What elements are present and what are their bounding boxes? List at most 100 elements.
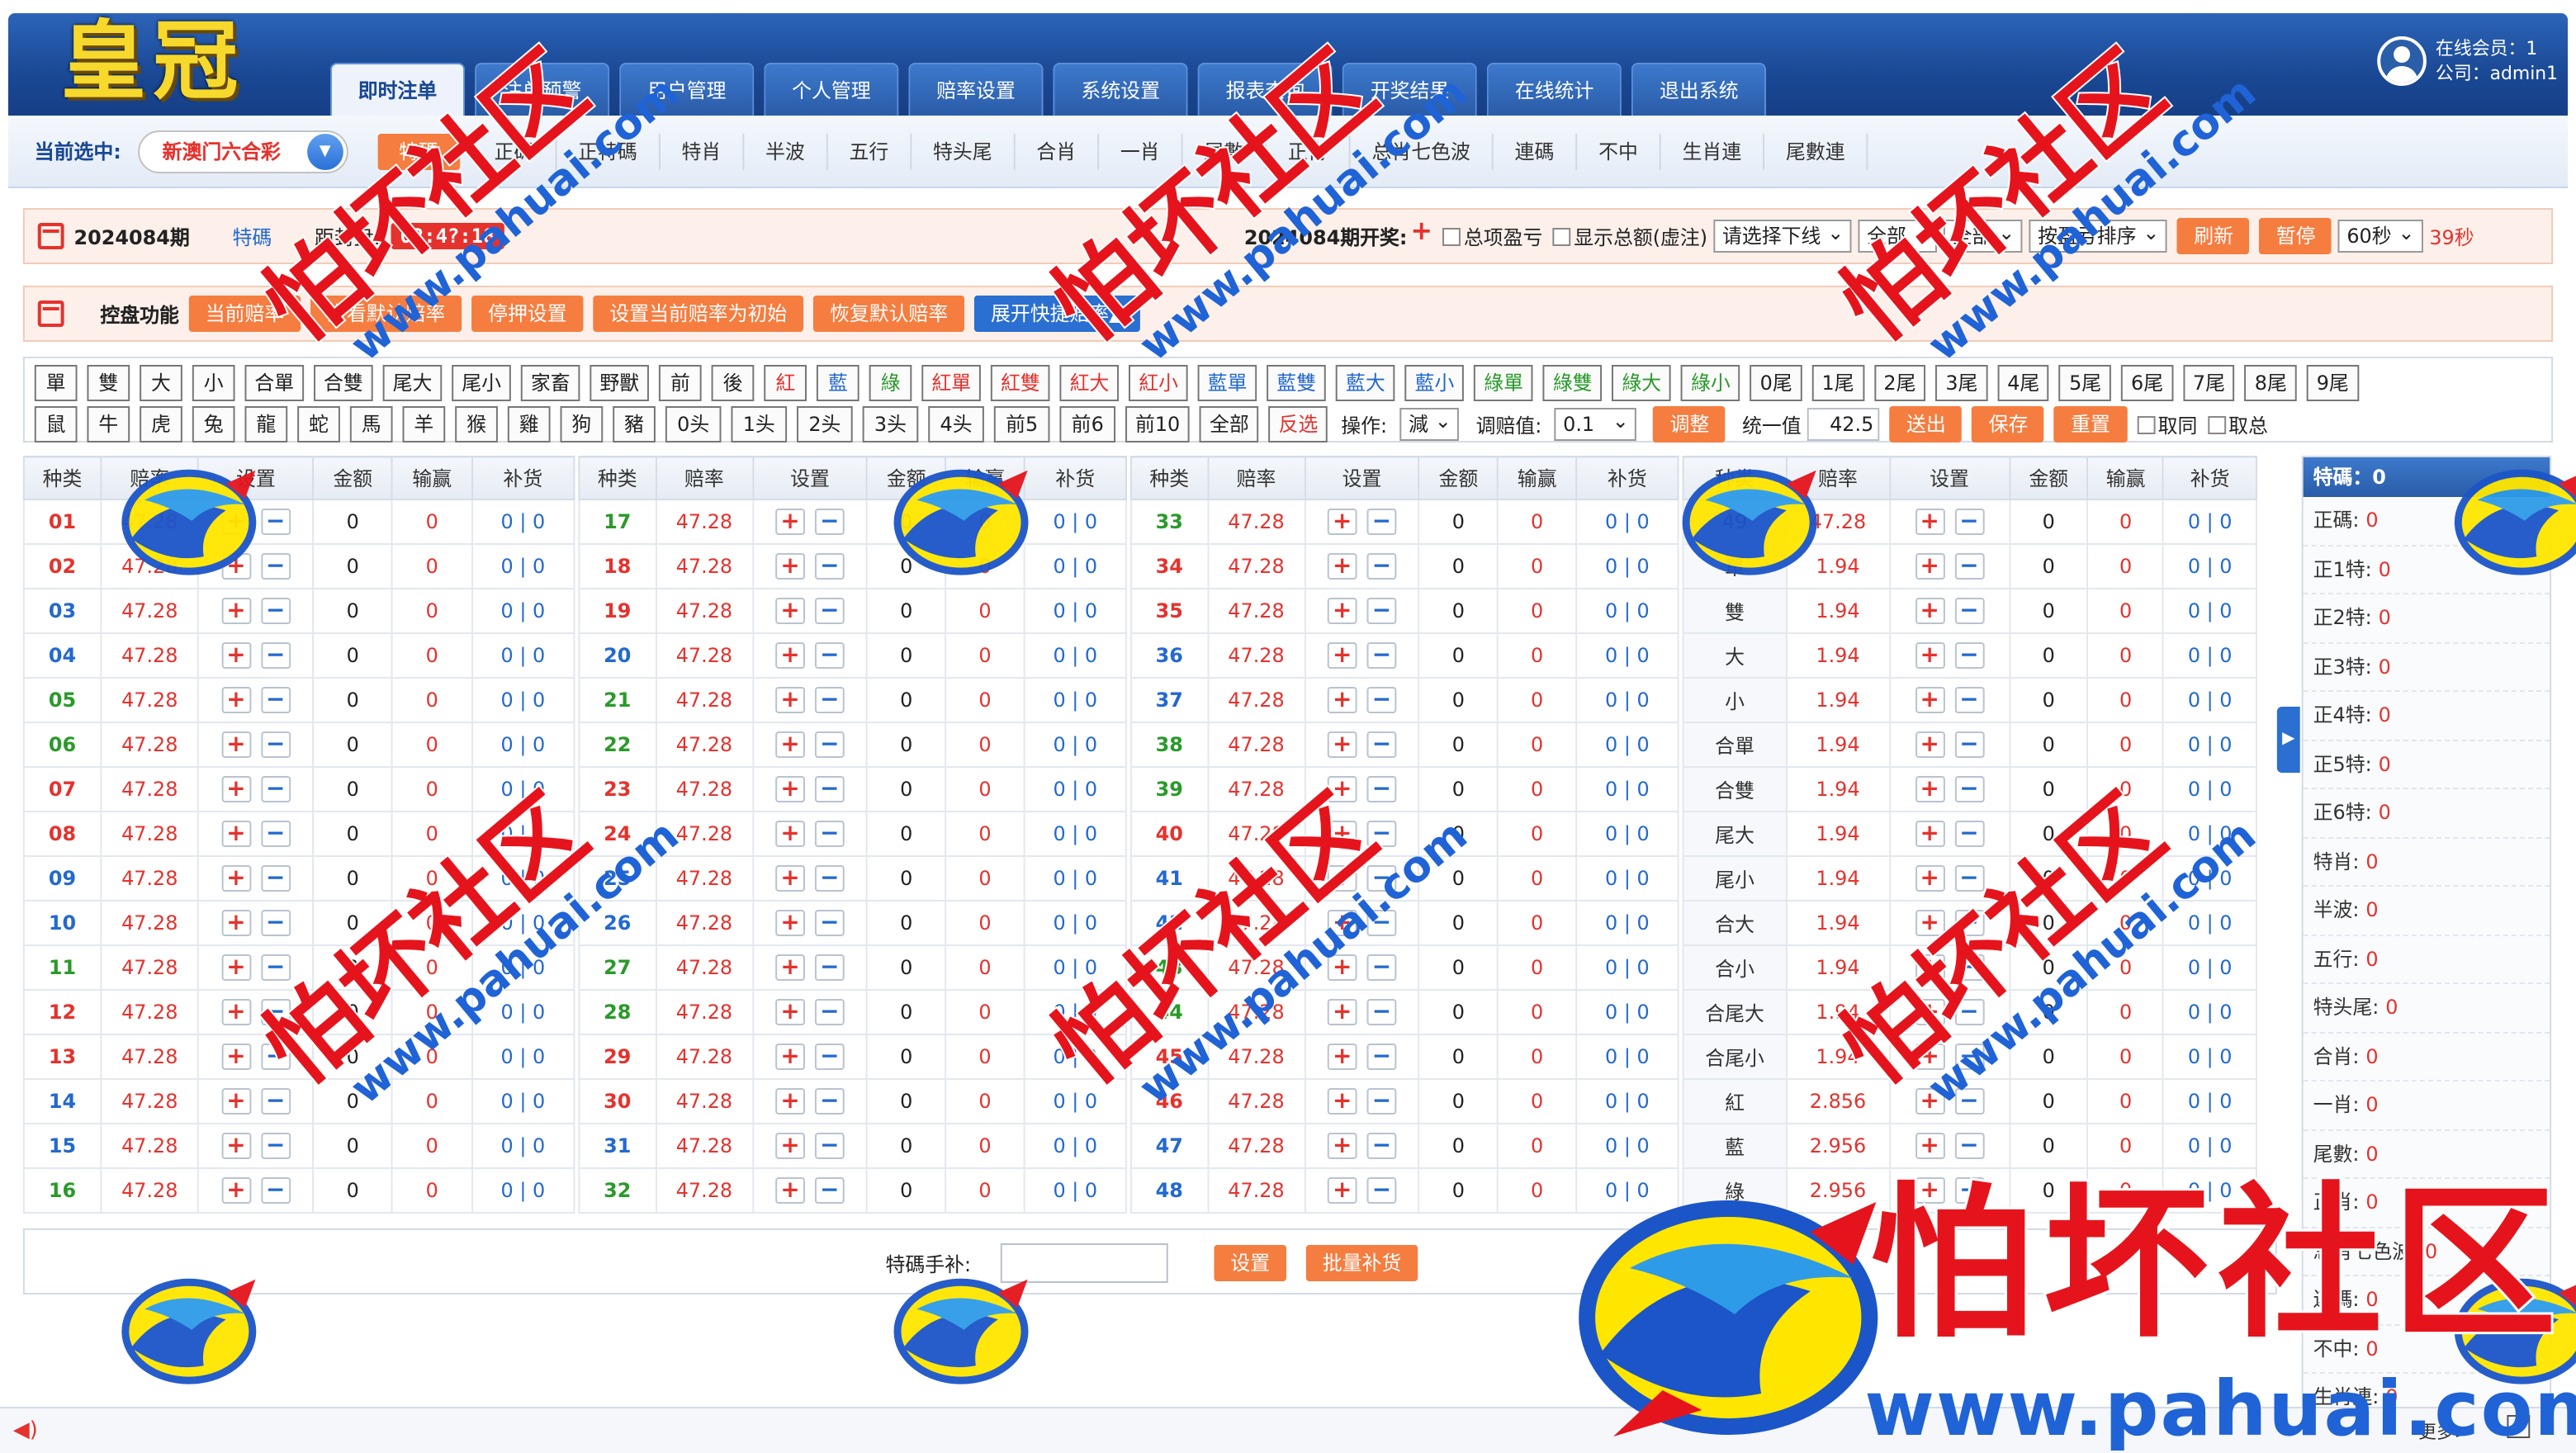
quick-button[interactable]: 綠雙	[1542, 365, 1603, 401]
odds-value[interactable]: 47.28	[1206, 900, 1306, 946]
plus-icon[interactable]: +	[1915, 553, 1945, 580]
lottery-type-tab-12[interactable]: 連碼	[1494, 133, 1578, 169]
quick-button[interactable]: 前5	[993, 406, 1050, 443]
quick-button[interactable]: 合單	[244, 365, 305, 401]
buy-value[interactable]: 0 | 0	[2162, 855, 2257, 902]
quick-button[interactable]: 5尾	[2059, 365, 2112, 401]
interval-select[interactable]: 60秒	[2338, 218, 2423, 253]
quick-button[interactable]: 前	[659, 365, 702, 401]
plus-icon[interactable]: +	[775, 910, 805, 936]
minus-icon[interactable]: −	[814, 1177, 845, 1204]
buy-value[interactable]: 0 | 0	[1575, 588, 1679, 634]
minus-icon[interactable]: −	[814, 598, 845, 624]
plus-icon[interactable]: +	[775, 954, 805, 981]
odds-value[interactable]: 1.94	[1785, 1034, 1891, 1080]
unify-input[interactable]: 42.5	[1807, 408, 1881, 441]
odds-value[interactable]: 1.94	[1785, 677, 1891, 723]
odds-value[interactable]: 47.28	[1206, 944, 1306, 991]
minus-icon[interactable]: −	[1366, 598, 1397, 624]
quick-button[interactable]: 4头	[928, 406, 984, 443]
buy-value[interactable]: 0 | 0	[1575, 900, 1679, 946]
minus-icon[interactable]: −	[814, 954, 845, 981]
nav-tab-1[interactable]: 注单预警	[475, 63, 610, 116]
filter-select-1[interactable]: 全部	[1859, 218, 1938, 253]
quick-button[interactable]: 野獸	[590, 365, 650, 401]
odds-value[interactable]: 47.28	[100, 722, 200, 768]
buy-value[interactable]: 0 | 0	[1023, 499, 1127, 545]
quick-button[interactable]: 3头	[862, 406, 919, 443]
quick-button[interactable]: 合雙	[314, 365, 373, 401]
plus-icon[interactable]: +	[1915, 509, 1945, 535]
odds-value[interactable]: 47.28	[100, 944, 200, 991]
odds-value[interactable]: 47.28	[100, 1034, 200, 1080]
odds-value[interactable]: 47.28	[100, 766, 200, 812]
buy-value[interactable]: 0 | 0	[471, 1123, 575, 1169]
odds-value[interactable]: 2.956	[1785, 1167, 1891, 1214]
odds-value[interactable]: 1.94	[1785, 543, 1891, 589]
minus-icon[interactable]: −	[814, 731, 845, 758]
adjust-button[interactable]: 调整	[1653, 406, 1726, 443]
buy-value[interactable]: 0 | 0	[1575, 1034, 1679, 1080]
odds-value[interactable]: 47.28	[100, 632, 200, 679]
total-profit-checkbox[interactable]: 总项盈亏	[1442, 222, 1542, 250]
buy-value[interactable]: 0 | 0	[1575, 989, 1679, 1035]
lottery-type-tab-15[interactable]: 尾數連	[1764, 133, 1868, 169]
minus-icon[interactable]: −	[260, 598, 291, 624]
buy-value[interactable]: 0 | 0	[2162, 1078, 2257, 1124]
plus-icon[interactable]: +	[775, 1177, 805, 1204]
minus-icon[interactable]: −	[1366, 865, 1397, 892]
view-default-odds-button[interactable]: 查看默认赔率	[310, 296, 462, 332]
odds-value[interactable]: 1.94	[1785, 811, 1891, 857]
odds-value[interactable]: 47.28	[1206, 855, 1306, 902]
odds-value[interactable]: 1.94	[1785, 588, 1891, 634]
buy-value[interactable]: 0 | 0	[471, 1078, 575, 1124]
buy-value[interactable]: 0 | 0	[2162, 1167, 2257, 1214]
odds-value[interactable]: 47.28	[100, 1123, 200, 1169]
minus-icon[interactable]: −	[814, 1133, 845, 1159]
odds-value[interactable]: 47.28	[655, 722, 754, 768]
odds-value[interactable]: 47.28	[655, 1078, 754, 1124]
plus-icon[interactable]: +	[1327, 999, 1357, 1025]
odds-value[interactable]: 47.28	[1785, 499, 1891, 545]
buy-value[interactable]: 0 | 0	[1575, 1167, 1679, 1214]
buy-value[interactable]: 0 | 0	[1575, 944, 1679, 991]
odds-value[interactable]: 47.28	[100, 855, 200, 902]
minus-icon[interactable]: −	[1954, 1133, 1984, 1159]
minus-icon[interactable]: −	[1366, 642, 1397, 669]
plus-icon[interactable]: +	[221, 1044, 251, 1070]
buy-value[interactable]: 0 | 0	[1575, 1078, 1679, 1124]
plus-icon[interactable]: +	[1327, 1088, 1357, 1115]
odds-value[interactable]: 47.28	[655, 588, 754, 634]
plus-icon[interactable]: +	[775, 731, 805, 758]
plus-icon[interactable]: +	[1915, 598, 1945, 624]
buy-value[interactable]: 0 | 0	[2162, 677, 2257, 723]
buy-value[interactable]: 0 | 0	[2162, 989, 2257, 1035]
odds-value[interactable]: 47.28	[1206, 677, 1306, 723]
minus-icon[interactable]: −	[1366, 821, 1397, 847]
minus-icon[interactable]: −	[814, 865, 845, 892]
quick-button[interactable]: 尾大	[382, 365, 443, 401]
quick-button[interactable]: 牛	[87, 406, 130, 443]
quick-button[interactable]: 虎	[140, 406, 182, 443]
quick-button[interactable]: 龍	[244, 406, 288, 443]
minus-icon[interactable]: −	[1366, 1177, 1397, 1204]
manual-supplement-input[interactable]	[1000, 1243, 1168, 1283]
odds-value[interactable]: 1.94	[1785, 632, 1891, 679]
buy-value[interactable]: 0 | 0	[1023, 1123, 1127, 1169]
filter-select-2[interactable]: 全部	[1944, 218, 2024, 253]
plus-icon[interactable]: +	[1327, 1044, 1357, 1070]
plus-icon[interactable]: +	[221, 910, 251, 936]
buy-value[interactable]: 0 | 0	[1575, 543, 1679, 589]
quick-button[interactable]: 綠單	[1474, 365, 1533, 401]
buy-value[interactable]: 0 | 0	[471, 811, 575, 857]
minus-icon[interactable]: −	[1954, 1044, 1984, 1070]
minus-icon[interactable]: −	[1366, 687, 1397, 713]
plus-icon[interactable]: +	[221, 642, 251, 669]
odds-value[interactable]: 47.28	[1206, 1167, 1306, 1214]
quick-button[interactable]: 羊	[402, 406, 446, 443]
buy-value[interactable]: 0 | 0	[1575, 632, 1679, 679]
nav-tab-0[interactable]: 即时注单	[329, 63, 466, 116]
buy-value[interactable]: 0 | 0	[1575, 1123, 1679, 1169]
quick-button[interactable]: 0头	[665, 406, 722, 443]
plus-icon[interactable]: +	[1915, 1088, 1945, 1115]
